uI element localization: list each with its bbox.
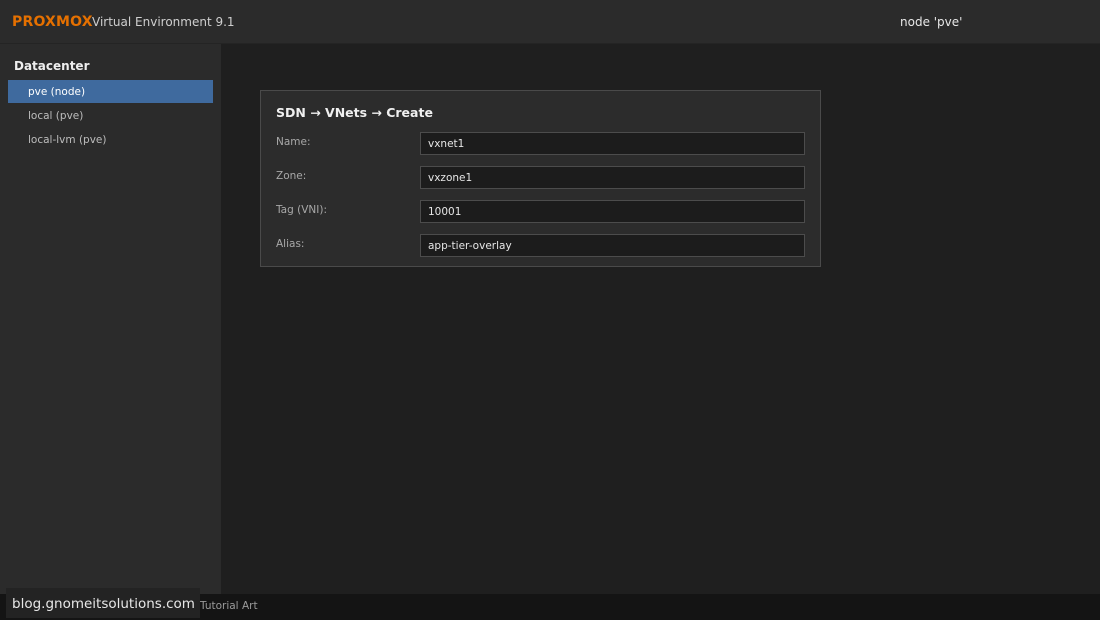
zone-label: Zone:	[276, 170, 307, 182]
panel-title: SDN → VNets → Create	[276, 105, 433, 120]
current-node-label: node 'pve'	[900, 15, 963, 29]
resource-tree-sidebar: Datacenter pve (node) local (pve) local-…	[0, 44, 221, 594]
alias-label: Alias:	[276, 238, 305, 250]
name-input[interactable]	[420, 132, 805, 155]
tag-vni-label: Tag (VNI):	[276, 204, 327, 216]
watermark-overlay: blog.gnomeitsolutions.com	[6, 588, 200, 618]
product-version: Virtual Environment 9.1	[92, 15, 235, 29]
tree-item-local-lvm[interactable]: local-lvm (pve)	[8, 128, 213, 151]
name-label: Name:	[276, 136, 311, 148]
footer-text: Tutorial Art	[200, 600, 258, 612]
vnet-create-panel: SDN → VNets → Create Name: Zone: Tag (VN…	[260, 90, 821, 267]
tree-item-local[interactable]: local (pve)	[8, 104, 213, 127]
top-bar: PROXMOX Virtual Environment 9.1 node 'pv…	[0, 0, 1100, 44]
zone-input[interactable]	[420, 166, 805, 189]
proxmox-logo[interactable]: PROXMOX	[12, 14, 93, 30]
alias-input[interactable]	[420, 234, 805, 257]
datacenter-heading[interactable]: Datacenter	[14, 59, 89, 73]
tree-item-pve-node[interactable]: pve (node)	[8, 80, 213, 103]
tag-vni-input[interactable]	[420, 200, 805, 223]
